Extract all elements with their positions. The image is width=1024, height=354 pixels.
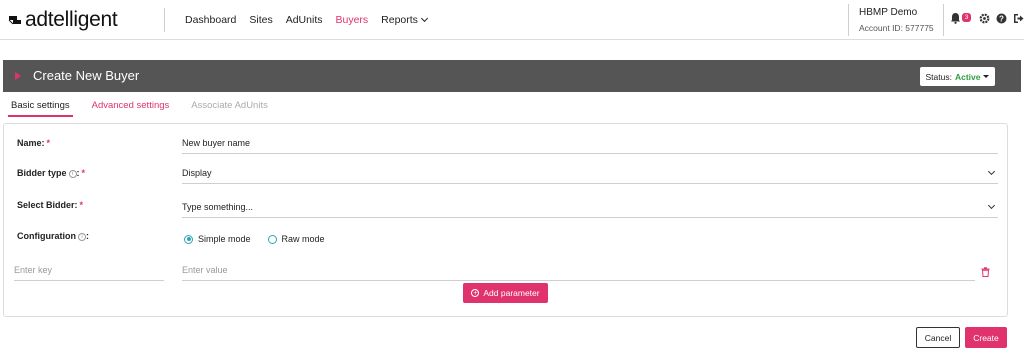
parameter-value-input[interactable]: Enter value (182, 263, 975, 281)
info-icon[interactable]: i (78, 232, 86, 241)
account-name[interactable]: HBMP Demo (859, 7, 917, 18)
nav-divider (164, 8, 165, 32)
caret-down-icon (983, 75, 990, 78)
main-nav: Dashboard Sites AdUnits Buyers Reports (185, 14, 427, 26)
status-label: Status: (925, 71, 952, 82)
account-divider (848, 4, 849, 36)
parameter-key-input[interactable]: Enter key (14, 263, 164, 281)
bidder-type-label: Bidder type i: * (17, 168, 86, 178)
name-input[interactable]: New buyer name (182, 136, 998, 154)
icons-divider (943, 4, 944, 36)
bidder-type-select[interactable]: Display (182, 166, 998, 184)
svg-text:?: ? (999, 14, 1004, 23)
status-value: Active (954, 71, 981, 82)
caret-right-icon (15, 72, 21, 80)
cancel-button[interactable]: Cancel (916, 327, 960, 348)
account-id: Account ID: 577775 (859, 23, 934, 33)
configuration-mode-group: Simple mode Raw mode (184, 234, 325, 244)
info-icon[interactable]: i (68, 169, 77, 178)
status-dropdown[interactable]: Status: Active (920, 67, 995, 86)
raw-mode-radio[interactable] (267, 234, 277, 244)
nav-item-sites[interactable]: Sites (249, 14, 272, 26)
add-parameter-button[interactable]: + Add parameter (463, 283, 548, 303)
nav-item-reports[interactable]: Reports (381, 14, 427, 26)
name-label: Name: * (17, 138, 51, 148)
notification-badge: 3 (962, 12, 971, 22)
buyer-form: Name: * New buyer name Bidder type i: * Dis… (3, 123, 1008, 317)
header-icons: 3 ? (949, 12, 1024, 24)
settings-tabs: Basic settings Advanced settings Associa… (8, 100, 268, 117)
logout-icon[interactable] (1012, 12, 1024, 24)
raw-mode-label[interactable]: Raw mode (282, 234, 325, 244)
nav-item-adunits[interactable]: AdUnits (286, 14, 323, 26)
help-icon[interactable]: ? (995, 12, 1007, 24)
nav-item-dashboard[interactable]: Dashboard (185, 14, 236, 26)
brand-name: adtelligent (25, 8, 118, 31)
configuration-label: Configuration i: (17, 231, 89, 241)
select-bidder-label: Select Bidder: * (17, 200, 84, 210)
page-title: Create New Buyer (33, 68, 140, 83)
plus-circle-icon: + (471, 289, 480, 297)
nav-item-buyers[interactable]: Buyers (335, 14, 368, 26)
tab-associate-adunits[interactable]: Associate AdUnits (191, 100, 268, 115)
tab-advanced-settings[interactable]: Advanced settings (92, 100, 170, 115)
page-header: Create New Buyer Status: Active (3, 60, 1021, 92)
trash-icon[interactable] (981, 264, 990, 282)
add-parameter-label: Add parameter (483, 288, 540, 298)
tab-basic-settings[interactable]: Basic settings (8, 100, 73, 117)
gear-icon[interactable] (978, 12, 990, 24)
simple-mode-label[interactable]: Simple mode (198, 234, 251, 244)
select-bidder-input[interactable]: Type something... (182, 200, 998, 218)
bell-icon[interactable] (949, 12, 961, 24)
adtelligent-logo-icon (8, 12, 22, 28)
create-button[interactable]: Create (965, 327, 1007, 348)
brand-logo[interactable]: adtelligent (8, 8, 118, 31)
simple-mode-radio[interactable] (184, 234, 193, 244)
top-navigation-bar: adtelligent Dashboard Sites AdUnits Buye… (0, 0, 1024, 40)
